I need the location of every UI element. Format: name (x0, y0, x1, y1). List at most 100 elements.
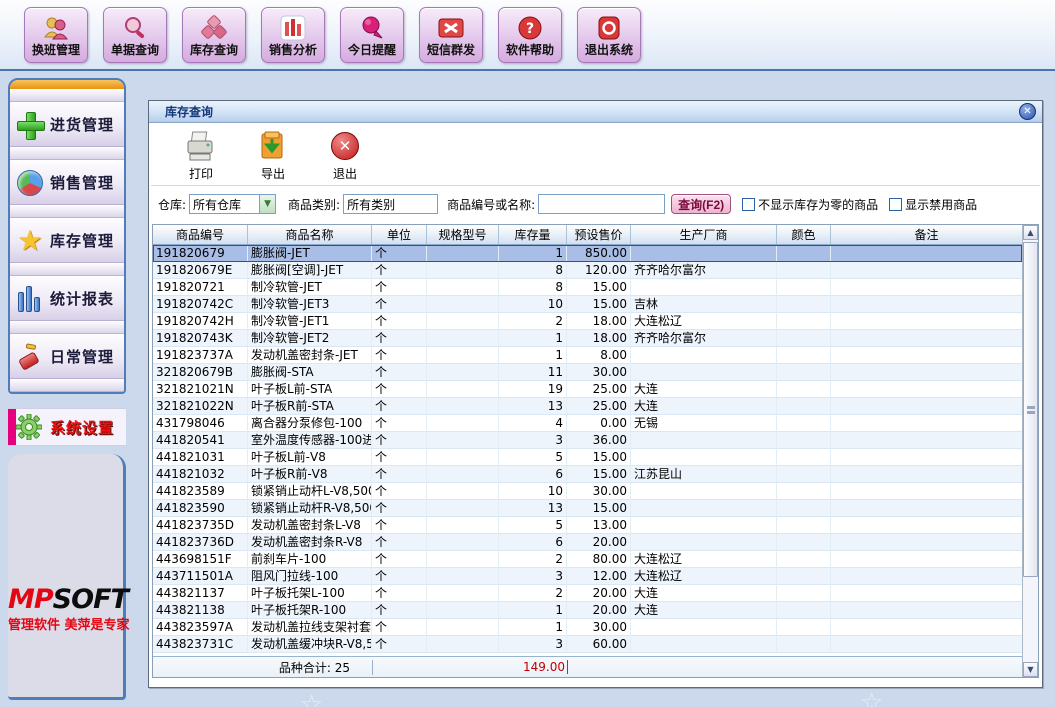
total-stock-value: 149.00 (373, 660, 568, 674)
cell (831, 296, 1022, 313)
table-row[interactable]: 441823735D发动机盖密封条L-V8个513.00 (153, 517, 1022, 534)
column-header[interactable]: 商品名称 (248, 225, 372, 244)
column-header[interactable]: 预设售价 (567, 225, 631, 244)
scroll-down-icon[interactable]: ▼ (1023, 662, 1038, 677)
cell (831, 330, 1022, 347)
sidebar-item-sales[interactable]: 销售管理 (10, 160, 124, 205)
column-header[interactable]: 规格型号 (427, 225, 499, 244)
table-row[interactable]: 321821022N叶子板R前-STA个1325.00大连 (153, 398, 1022, 415)
category-label: 商品类别: (288, 196, 340, 213)
chevron-down-icon[interactable]: ▼ (259, 195, 275, 213)
toolbar-button-sms-broadcast[interactable]: 短信群发 (419, 7, 483, 63)
table-row[interactable]: 443821137叶子板托架L-100个220.00大连 (153, 585, 1022, 602)
svg-text:?: ? (526, 21, 534, 37)
toolbar-button-shift-management[interactable]: 换班管理 (24, 7, 88, 63)
table-row[interactable]: 443711501A阻风门拉线-100个312.00大连松辽 (153, 568, 1022, 585)
cell: 膨胀阀-JET (248, 245, 372, 262)
cell: 10 (499, 483, 567, 500)
table-row[interactable]: 431798046离合器分泵修包-100个40.00无锡 (153, 415, 1022, 432)
cell: 发动机盖密封条-JET (248, 347, 372, 364)
yellow-star-icon: ★ (10, 228, 50, 254)
window-exit-button[interactable]: ✕ 退出 (323, 129, 367, 182)
table-row[interactable]: 191820679E膨胀阀[空调]-JET个8120.00齐齐哈尔富尔 (153, 262, 1022, 279)
cell: 3 (499, 568, 567, 585)
cell: 离合器分泵修包-100 (248, 415, 372, 432)
cell: 6 (499, 466, 567, 483)
table-row[interactable]: 441823590锁紧销止动杆R-V8,5000个1315.00 (153, 500, 1022, 517)
sidebar: 进货管理 销售管理 ★ 库存管理 统计报表 日常管理 (8, 78, 126, 700)
cell: 441823590 (153, 500, 248, 517)
cell (631, 619, 777, 636)
cell (777, 245, 831, 262)
cell: 个 (372, 364, 427, 381)
toolbar-button-sales-analysis[interactable]: 销售分析 (261, 7, 325, 63)
table-row[interactable]: 191820721制冷软管-JET个815.00 (153, 279, 1022, 296)
table-row[interactable]: 321820679B膨胀阀-STA个1130.00 (153, 364, 1022, 381)
table-row[interactable]: 441820541室外温度传感器-100进口个336.00 (153, 432, 1022, 449)
window-titlebar: 库存查询 ✕ (149, 101, 1042, 123)
toolbar-button-doc-query[interactable]: 单据查询 (103, 7, 167, 63)
table-row[interactable]: 441823736D发动机盖密封条R-V8个620.00 (153, 534, 1022, 551)
table-row[interactable]: 443823597A发动机盖拉线支架衬套-个130.00 (153, 619, 1022, 636)
cell (427, 279, 499, 296)
cell: 13 (499, 500, 567, 517)
column-header[interactable]: 备注 (831, 225, 1022, 244)
hide-zero-stock-checkbox[interactable]: 不显示库存为零的商品 (742, 196, 878, 213)
column-header[interactable]: 生产厂商 (631, 225, 777, 244)
table-row[interactable]: 443698151F前刹车片-100个280.00大连松辽 (153, 551, 1022, 568)
table-row[interactable]: 443821138叶子板托架R-100个120.00大连 (153, 602, 1022, 619)
scroll-up-icon[interactable]: ▲ (1023, 225, 1038, 240)
category-input[interactable] (343, 194, 438, 214)
keyword-input[interactable] (538, 194, 665, 214)
warehouse-select[interactable]: 所有仓库 ▼ (189, 194, 276, 214)
sidebar-item-system-settings[interactable]: 系统设置 (8, 408, 126, 446)
table-row[interactable]: 191823737A发动机盖密封条-JET个18.00 (153, 347, 1022, 364)
cell (427, 313, 499, 330)
toolbar-button-exit-system[interactable]: 退出系统 (577, 7, 641, 63)
table-row[interactable]: 443823731C发动机盖缓冲块R-V8,50个360.00 (153, 636, 1022, 653)
toolbar-button-inventory-query[interactable]: 库存查询 (182, 7, 246, 63)
sidebar-item-purchase[interactable]: 进货管理 (10, 102, 124, 147)
query-button[interactable]: 查询(F2) (671, 194, 731, 214)
column-header[interactable]: 颜色 (777, 225, 831, 244)
close-icon[interactable]: ✕ (1019, 103, 1036, 120)
cell: 30.00 (567, 619, 631, 636)
filter-bar: 仓库: 所有仓库 ▼ 商品类别: 商品编号或名称: 查询(F2) 不显示库存为零… (149, 187, 1042, 221)
vertical-scrollbar[interactable]: ▲ ▼ (1022, 225, 1038, 677)
table-row[interactable]: 191820742H制冷软管-JET1个218.00大连松辽 (153, 313, 1022, 330)
cell: 个 (372, 347, 427, 364)
sidebar-top-cap (10, 80, 124, 89)
table-row[interactable]: 441823589锁紧销止动杆L-V8,5000个1030.00 (153, 483, 1022, 500)
cell (631, 432, 777, 449)
cell: 6 (499, 534, 567, 551)
column-header[interactable]: 库存量 (499, 225, 567, 244)
cell: 60.00 (567, 636, 631, 653)
column-header[interactable]: 单位 (372, 225, 427, 244)
table-row[interactable]: 191820742C制冷软管-JET3个1015.00吉林 (153, 296, 1022, 313)
scrollbar-track[interactable] (1023, 240, 1038, 662)
sidebar-item-reports[interactable]: 统计报表 (10, 276, 124, 321)
table-row[interactable]: 191820743K制冷软管-JET2个118.00齐齐哈尔富尔 (153, 330, 1022, 347)
sidebar-item-daily[interactable]: 日常管理 (10, 334, 124, 379)
table-row[interactable]: 191820679膨胀阀-JET个1850.00 (153, 245, 1022, 262)
scrollbar-thumb[interactable] (1023, 242, 1038, 577)
show-disabled-checkbox[interactable]: 显示禁用商品 (889, 196, 977, 213)
bar-chart-icon (279, 13, 307, 43)
table-row[interactable]: 441821032叶子板R前-V8个615.00江苏昆山 (153, 466, 1022, 483)
cell (427, 602, 499, 619)
table-row[interactable]: 321821021N叶子板L前-STA个1925.00大连 (153, 381, 1022, 398)
cell (777, 619, 831, 636)
export-button[interactable]: 导出 (251, 129, 295, 182)
cell: 8 (499, 262, 567, 279)
column-header[interactable]: 商品编号 (153, 225, 248, 244)
sidebar-item-inventory[interactable]: ★ 库存管理 (10, 218, 124, 263)
table-row[interactable]: 441821031叶子板L前-V8个515.00 (153, 449, 1022, 466)
star-decoration: ☆ (860, 688, 883, 707)
cell (777, 500, 831, 517)
toolbar-button-today-reminder[interactable]: 今日提醒 (340, 7, 404, 63)
cell (631, 500, 777, 517)
toolbar-button-software-help[interactable]: ? 软件帮助 (498, 7, 562, 63)
cell (427, 415, 499, 432)
print-button[interactable]: 打印 (179, 129, 223, 182)
cell: 发动机盖拉线支架衬套- (248, 619, 372, 636)
